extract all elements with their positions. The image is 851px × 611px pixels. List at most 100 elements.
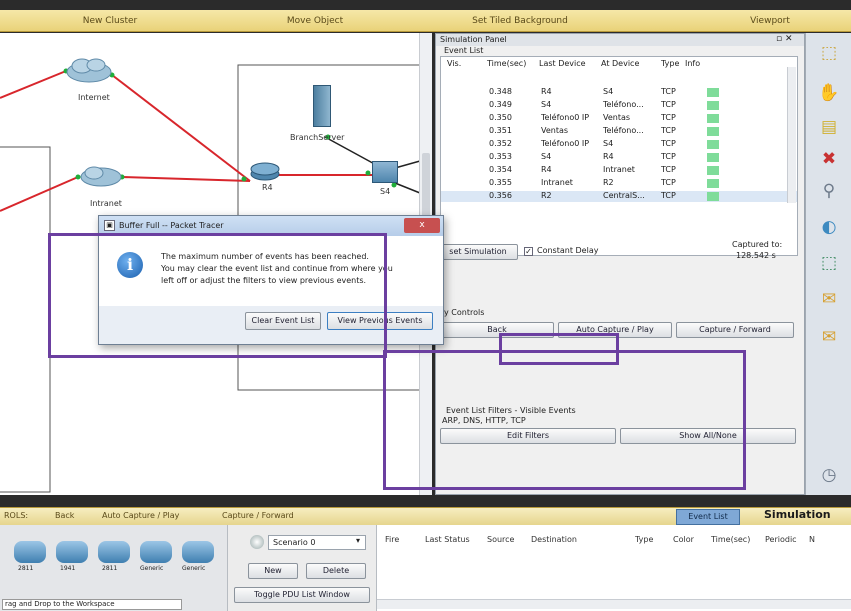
bottom-back-button[interactable]: Back [55, 511, 74, 520]
set-tiled-background-button[interactable]: Set Tiled Background [445, 13, 595, 29]
info-color-swatch[interactable] [707, 179, 719, 188]
col-info[interactable]: Info [685, 59, 700, 68]
info-color-swatch[interactable] [707, 166, 719, 175]
server-icon[interactable] [313, 85, 331, 127]
draw-shape-icon[interactable]: ◐ [816, 215, 842, 239]
pdu-col-num[interactable]: N [809, 535, 815, 544]
top-toolbar: New Cluster Move Object Set Tiled Backgr… [0, 10, 851, 32]
bottom-capture-forward-button[interactable]: Capture / Forward [222, 511, 294, 520]
chevron-down-icon[interactable]: ▾ [356, 536, 360, 545]
note-icon[interactable]: ▤ [816, 115, 842, 139]
resize-icon[interactable]: ⬚ [816, 251, 842, 275]
col-type[interactable]: Type [661, 59, 679, 68]
constant-delay-checkbox[interactable]: ✓ [524, 247, 533, 256]
router-generic-icon[interactable] [140, 541, 172, 563]
s4-label: S4 [380, 187, 391, 196]
event-list-scrollbar[interactable] [787, 67, 796, 203]
device-label: Generic [182, 565, 206, 572]
intranet-cloud-icon[interactable] [80, 165, 122, 187]
captured-to-value: 128.542 s [736, 251, 776, 260]
move-object-button[interactable]: Move Object [265, 13, 365, 29]
realtime-mode-icon[interactable]: ◷ [816, 463, 842, 487]
intranet-label: Intranet [90, 199, 122, 208]
info-color-swatch[interactable] [707, 88, 719, 97]
col-at-device[interactable]: At Device [601, 59, 639, 68]
select-icon[interactable]: ⬚ [816, 41, 842, 65]
complex-pdu-icon[interactable]: ✉ [816, 325, 842, 349]
table-row[interactable]: 0.350 Teléfono0 IP Ventas TCP [441, 113, 797, 124]
magnify-icon[interactable]: ⚲ [816, 179, 842, 203]
pdu-col-last-status[interactable]: Last Status [425, 535, 470, 544]
table-row[interactable]: 0.349 S4 Teléfono... TCP [441, 100, 797, 111]
info-color-swatch[interactable] [707, 101, 719, 110]
new-cluster-button[interactable]: New Cluster [60, 13, 160, 29]
table-row[interactable]: 0.354 R4 Intranet TCP [441, 165, 797, 176]
info-color-swatch[interactable] [707, 153, 719, 162]
info-color-swatch[interactable] [707, 140, 719, 149]
table-row[interactable]: 0.351 Ventas Teléfono... TCP [441, 126, 797, 137]
bottom-panel: 2811 1941 2811 Generic Generic rag and D… [0, 525, 851, 611]
pdu-col-type[interactable]: Type [635, 535, 653, 544]
event-list-label: Event List [444, 46, 484, 55]
simulation-panel-title: Simulation Panel [436, 34, 804, 46]
device-label: 2811 [18, 565, 34, 572]
col-vis[interactable]: Vis. [447, 59, 461, 68]
scenario-icon [250, 535, 264, 549]
pdu-col-fire[interactable]: Fire [385, 535, 399, 544]
pdu-list-scrollbar[interactable] [377, 599, 851, 609]
event-list-tab[interactable]: Event List [676, 509, 740, 525]
bottom-control-strip: ROLS: Back Auto Capture / Play Capture /… [0, 507, 851, 525]
info-color-swatch[interactable] [707, 114, 719, 123]
table-row[interactable]: 0.353 S4 R4 TCP [441, 152, 797, 163]
col-last-device[interactable]: Last Device [539, 59, 586, 68]
captured-to-label: Captured to: [732, 240, 783, 249]
inspect-icon[interactable]: ✋ [816, 81, 842, 105]
viewport-button[interactable]: Viewport [720, 13, 820, 29]
router-1941-icon[interactable] [56, 541, 88, 563]
device-label: 1941 [60, 565, 76, 572]
simple-pdu-icon[interactable]: ✉ [816, 287, 842, 311]
scenario-select[interactable]: Scenario 0 [268, 535, 366, 550]
delete-scenario-button[interactable]: Delete [306, 563, 366, 579]
reset-simulation-button[interactable]: set Simulation [438, 244, 518, 260]
highlight-box [383, 350, 746, 490]
branch-server-label: BranchServer [290, 133, 345, 142]
table-row[interactable]: 0.352 Teléfono0 IP S4 TCP [441, 139, 797, 150]
pdu-col-destination[interactable]: Destination [531, 535, 577, 544]
event-list-table[interactable]: Vis. Time(sec) Last Device At Device Typ… [440, 56, 798, 256]
pdu-list-table[interactable]: Fire Last Status Source Destination Type… [376, 525, 851, 611]
app-icon: ▣ [104, 220, 115, 231]
bottom-auto-capture-button[interactable]: Auto Capture / Play [102, 511, 179, 520]
internet-label: Internet [78, 93, 110, 102]
router-icon[interactable] [250, 161, 280, 181]
highlight-box [48, 233, 387, 358]
dialog-close-button[interactable]: x [404, 218, 440, 233]
panel-dock-close-icon[interactable]: ▫ ✕ [776, 34, 793, 44]
switch-icon[interactable] [372, 161, 398, 183]
tools-label: ROLS: [4, 511, 29, 520]
toggle-pdu-list-button[interactable]: Toggle PDU List Window [234, 587, 370, 603]
table-row[interactable]: 0.355 Intranet R2 TCP [441, 178, 797, 189]
device-label: 2811 [102, 565, 118, 572]
capture-forward-button[interactable]: Capture / Forward [676, 322, 794, 338]
info-color-swatch[interactable] [707, 127, 719, 136]
right-toolbar: ⬚ ✋ ▤ ✖ ⚲ ◐ ⬚ ✉ ✉ ◷ [805, 33, 851, 495]
router-2811-icon[interactable] [14, 541, 46, 563]
col-time[interactable]: Time(sec) [487, 59, 526, 68]
r4-label: R4 [262, 183, 273, 192]
router-generic2-icon[interactable] [182, 541, 214, 563]
device-label: Generic [140, 565, 164, 572]
delete-icon[interactable]: ✖ [816, 147, 842, 171]
pdu-col-source[interactable]: Source [487, 535, 514, 544]
pdu-col-color[interactable]: Color [673, 535, 694, 544]
pdu-col-time[interactable]: Time(sec) [711, 535, 750, 544]
new-scenario-button[interactable]: New [248, 563, 298, 579]
pdu-col-periodic[interactable]: Periodic [765, 535, 797, 544]
table-row[interactable]: 0.348 R4 S4 TCP [441, 87, 797, 98]
internet-cloud-icon[interactable] [66, 57, 112, 83]
device-type-selection: 2811 1941 2811 Generic Generic rag and D… [0, 525, 228, 611]
table-row[interactable]: 0.356 R2 CentralS... TCP [441, 191, 797, 202]
info-color-swatch[interactable] [707, 192, 719, 201]
router-2811b-icon[interactable] [98, 541, 130, 563]
simulation-mode-tab[interactable]: Simulation [764, 508, 831, 521]
